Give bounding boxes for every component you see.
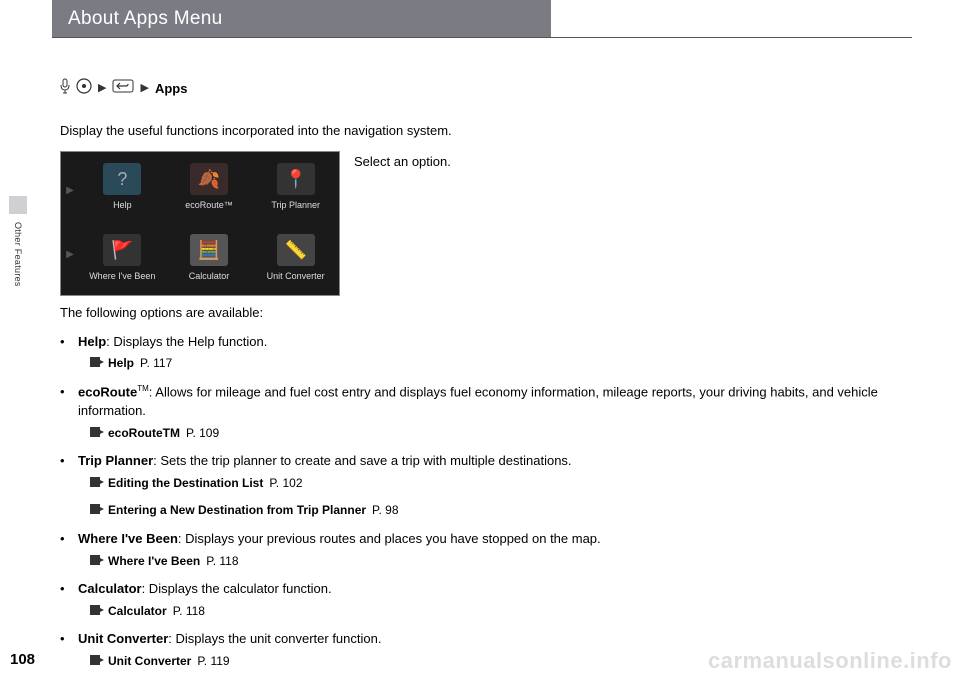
nav-label: Where I've Been xyxy=(89,270,155,283)
option-title: Help xyxy=(78,334,106,349)
nav-label: Trip Planner xyxy=(271,199,320,212)
page-number: 108 xyxy=(10,651,35,668)
reference-line: Editing the Destination List P. 102 xyxy=(90,475,908,492)
pin-icon: 📍 xyxy=(277,163,315,195)
nav-label: ecoRoute™ xyxy=(185,199,233,212)
nav-label: Help xyxy=(113,199,132,212)
superscript: TM xyxy=(137,384,149,393)
option-body: Unit Converter: Displays the unit conver… xyxy=(78,630,908,649)
reference-text: Editing the Destination List xyxy=(108,475,263,492)
option-title: Unit Converter xyxy=(78,631,168,646)
nav-label: Unit Converter xyxy=(267,270,325,283)
content-area: ▶ ▶ Apps Display the useful functions in… xyxy=(60,38,908,671)
option-desc: : Displays your previous routes and plac… xyxy=(178,531,601,546)
option-body: Calculator: Displays the calculator func… xyxy=(78,580,908,599)
option-body: Trip Planner: Sets the trip planner to c… xyxy=(78,452,908,471)
tape-icon: 📏 xyxy=(277,234,315,266)
reference-text: Where I've Been xyxy=(108,553,200,570)
nav-item-calculator: 🧮 Calculator xyxy=(166,223,253,295)
reference-line: ecoRouteTM P. 109 xyxy=(90,425,908,442)
nav-item-ecoroute: 🍂 ecoRoute™ xyxy=(166,152,253,224)
ref-arrow-icon xyxy=(90,425,104,442)
reference-page: P. 117 xyxy=(140,355,172,372)
option-desc: : Displays the unit converter function. xyxy=(168,631,381,646)
reference-page: P. 98 xyxy=(372,502,398,519)
ref-arrow-icon xyxy=(90,553,104,570)
option-title: Trip Planner xyxy=(78,453,153,468)
ref-arrow-icon xyxy=(90,502,104,519)
option-item: •ecoRouteTM: Allows for mileage and fuel… xyxy=(60,383,908,421)
option-desc: : Displays the Help function. xyxy=(106,334,267,349)
option-title: ecoRoute xyxy=(78,384,137,399)
reference-page: P. 118 xyxy=(173,603,205,620)
select-option-text: Select an option. xyxy=(354,151,451,172)
reference-line: Help P. 117 xyxy=(90,355,908,372)
reference-line: Calculator P. 118 xyxy=(90,603,908,620)
bullet: • xyxy=(60,333,78,352)
nav-item-unit-converter: 📏 Unit Converter xyxy=(252,223,339,295)
intro-text: Display the useful functions incorporate… xyxy=(60,122,908,141)
help-icon: ? xyxy=(103,163,141,195)
option-item: •Trip Planner: Sets the trip planner to … xyxy=(60,452,908,471)
nav-item-where-been: 🚩 Where I've Been xyxy=(79,223,166,295)
nav-item-help: ? Help xyxy=(79,152,166,224)
screenshot-row: ▶▶ ? Help 🍂 ecoRoute™ 📍 Trip Planner 🚩 W… xyxy=(60,151,908,296)
bullet: • xyxy=(60,630,78,649)
reference-page: P. 102 xyxy=(269,475,302,492)
ref-arrow-icon xyxy=(90,653,104,670)
nav-item-trip-planner: 📍 Trip Planner xyxy=(252,152,339,224)
side-tab-marker xyxy=(9,196,27,214)
options-list: •Help: Displays the Help function.HelpP.… xyxy=(60,333,908,671)
option-item: •Where I've Been: Displays your previous… xyxy=(60,530,908,549)
leaf-icon: 🍂 xyxy=(190,163,228,195)
ref-arrow-icon xyxy=(90,475,104,492)
side-tab-label: Other Features xyxy=(13,222,23,287)
option-body: Where I've Been: Displays your previous … xyxy=(78,530,908,549)
bullet: • xyxy=(60,383,78,421)
side-tab: Other Features xyxy=(8,196,28,287)
option-desc: : Allows for mileage and fuel cost entry… xyxy=(78,384,878,418)
bullet: • xyxy=(60,452,78,471)
flag-icon: 🚩 xyxy=(103,234,141,266)
option-body: ecoRouteTM: Allows for mileage and fuel … xyxy=(78,383,908,421)
option-title: Calculator xyxy=(78,581,142,596)
nav-scroll-arrows: ▶▶ xyxy=(61,152,79,295)
reference-page: P. 119 xyxy=(197,653,229,670)
reference-text: Entering a New Destination from Trip Pla… xyxy=(108,502,366,519)
option-desc: : Displays the calculator function. xyxy=(142,581,332,596)
nav-label: Calculator xyxy=(189,270,230,283)
option-item: •Unit Converter: Displays the unit conve… xyxy=(60,630,908,649)
option-desc: : Sets the trip planner to create and sa… xyxy=(153,453,571,468)
reference-page: P. 118 xyxy=(206,553,238,570)
reference-text: Unit Converter xyxy=(108,653,191,670)
reference-text: Calculator xyxy=(108,603,167,620)
voice-icon xyxy=(60,78,70,100)
breadcrumb-label: Apps xyxy=(155,80,188,99)
option-body: Help: Displays the Help function. xyxy=(78,333,908,352)
option-title: Where I've Been xyxy=(78,531,178,546)
bullet: • xyxy=(60,580,78,599)
reference-text: ecoRouteTM xyxy=(108,425,180,442)
nav-screenshot: ▶▶ ? Help 🍂 ecoRoute™ 📍 Trip Planner 🚩 W… xyxy=(60,151,340,296)
chevron-right-icon: ▶ xyxy=(140,81,148,97)
options-intro: The following options are available: xyxy=(60,304,908,323)
bullet: • xyxy=(60,530,78,549)
reference-line: Entering a New Destination from Trip Pla… xyxy=(90,502,908,519)
calculator-icon: 🧮 xyxy=(190,234,228,266)
option-item: •Help: Displays the Help function. xyxy=(60,333,908,352)
home-icon xyxy=(76,78,92,100)
breadcrumb: ▶ ▶ Apps xyxy=(60,78,908,100)
page-title: About Apps Menu xyxy=(52,8,223,30)
page-header: About Apps Menu xyxy=(52,0,912,38)
reference-page: P. 109 xyxy=(186,425,219,442)
reference-text: Help xyxy=(108,355,134,372)
ref-arrow-icon xyxy=(90,355,104,372)
option-item: •Calculator: Displays the calculator fun… xyxy=(60,580,908,599)
reference-line: Where I've Been P. 118 xyxy=(90,553,908,570)
back-icon xyxy=(112,79,134,99)
chevron-right-icon: ▶ xyxy=(98,81,106,97)
watermark: carmanualsonline.info xyxy=(708,648,952,674)
ref-arrow-icon xyxy=(90,603,104,620)
